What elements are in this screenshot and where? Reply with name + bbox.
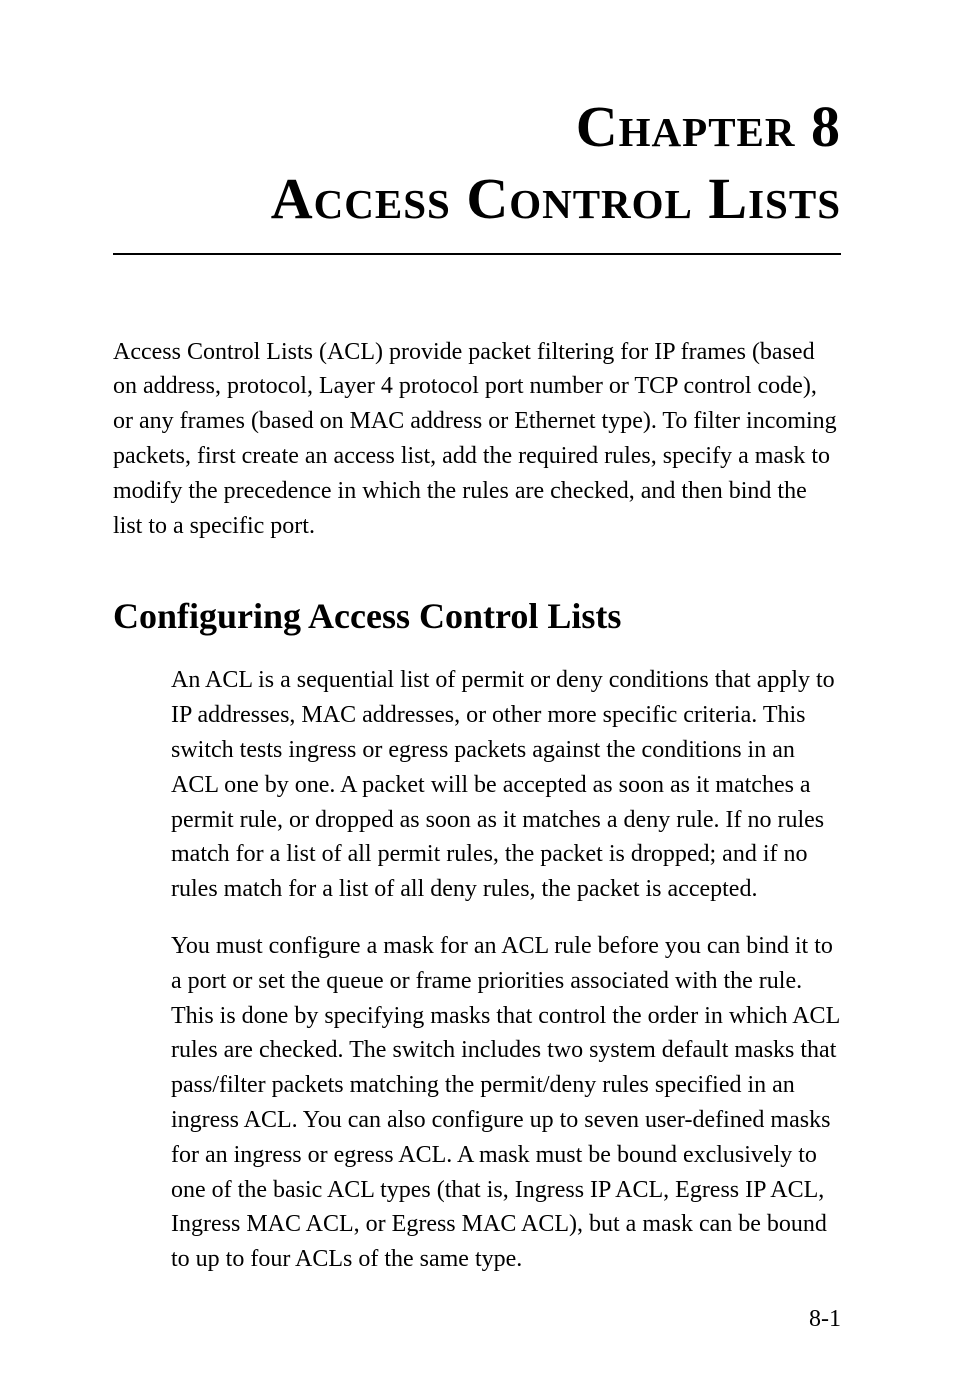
page-number: 8-1 <box>809 1306 841 1333</box>
body-paragraph-2: You must configure a mask for an ACL rul… <box>171 929 841 1277</box>
chapter-word: Chapter <box>576 94 796 159</box>
section-heading: Configuring Access Control Lists <box>113 595 841 637</box>
intro-paragraph: Access Control Lists (ACL) provide packe… <box>113 335 841 544</box>
horizontal-rule <box>113 253 841 255</box>
body-paragraph-1: An ACL is a sequential list of permit or… <box>171 663 841 907</box>
page-container: Chapter 8 Access Control Lists Access Co… <box>0 0 954 1388</box>
chapter-title: Access Control Lists <box>113 167 841 231</box>
chapter-label: Chapter 8 <box>113 95 841 159</box>
chapter-number: 8 <box>811 94 841 159</box>
